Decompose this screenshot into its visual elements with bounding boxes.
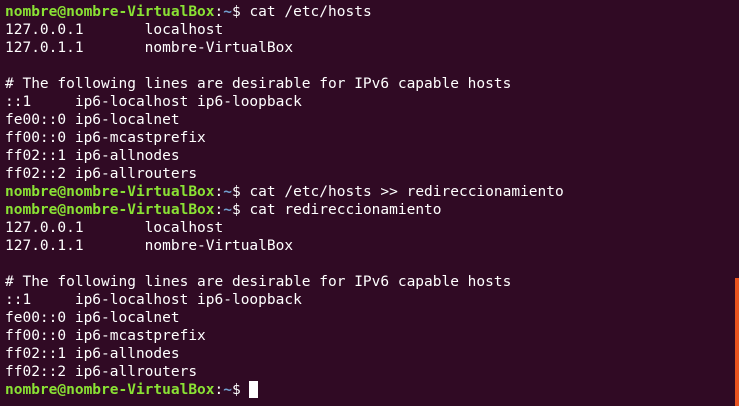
command-text: cat redireccionamiento (249, 202, 442, 218)
command-text: cat /etc/hosts (249, 4, 372, 20)
output-line: fe00::0 ip6-localnet (5, 112, 180, 128)
active-prompt-line: nombre@nombre-VirtualBox:~$ (5, 381, 729, 399)
output-line: ff02::1 ip6-allnodes (5, 346, 180, 362)
output-line: ff00::0 ip6-mcastprefix (5, 328, 206, 344)
prompt-colon: : (214, 184, 224, 200)
output-line: ff00::0 ip6-mcastprefix (5, 130, 206, 146)
prompt-colon: : (214, 202, 224, 218)
prompt-colon: : (214, 4, 224, 20)
output-line: ::1 ip6-localhost ip6-loopback (5, 94, 302, 110)
scrollbar-thumb[interactable] (735, 278, 739, 406)
command-line: nombre@nombre-VirtualBox:~$ cat redirecc… (5, 201, 729, 219)
output-line: ::1 ip6-localhost ip6-loopback (5, 292, 302, 308)
prompt-path: ~ (223, 184, 232, 200)
output-line: # The following lines are desirable for … (5, 274, 512, 290)
output-line: fe00::0 ip6-localnet (5, 310, 180, 326)
prompt-symbol: $ (231, 184, 241, 200)
scrollbar[interactable] (731, 0, 739, 406)
output-line: 127.0.1.1 nombre-VirtualBox (5, 238, 294, 254)
prompt-user-host: nombre@nombre-VirtualBox (5, 202, 215, 218)
prompt-user-host: nombre@nombre-VirtualBox (5, 4, 215, 20)
terminal-output[interactable]: nombre@nombre-VirtualBox:~$ cat /etc/hos… (5, 3, 729, 399)
prompt-user-host: nombre@nombre-VirtualBox (5, 382, 215, 398)
terminal-window[interactable]: nombre@nombre-VirtualBox:~$ cat /etc/hos… (0, 0, 739, 406)
prompt-user-host: nombre@nombre-VirtualBox (5, 184, 215, 200)
output-line: 127.0.1.1 nombre-VirtualBox (5, 40, 294, 56)
command-text: cat /etc/hosts >> redireccionamiento (249, 184, 564, 200)
output-line: ff02::2 ip6-allrouters (5, 166, 198, 182)
prompt-colon: : (214, 382, 224, 398)
prompt-symbol: $ (231, 382, 241, 398)
command-line: nombre@nombre-VirtualBox:~$ cat /etc/hos… (5, 3, 729, 21)
prompt-path: ~ (223, 382, 232, 398)
prompt-path: ~ (223, 202, 232, 218)
prompt-symbol: $ (231, 4, 241, 20)
command-line: nombre@nombre-VirtualBox:~$ cat /etc/hos… (5, 183, 729, 201)
text-cursor (249, 381, 259, 398)
prompt-path: ~ (223, 4, 232, 20)
output-line: ff02::1 ip6-allnodes (5, 148, 180, 164)
output-line: 127.0.0.1 localhost (5, 220, 224, 236)
prompt-symbol: $ (231, 202, 241, 218)
output-line: 127.0.0.1 localhost (5, 22, 224, 38)
output-line: ff02::2 ip6-allrouters (5, 364, 198, 380)
output-line: # The following lines are desirable for … (5, 76, 512, 92)
